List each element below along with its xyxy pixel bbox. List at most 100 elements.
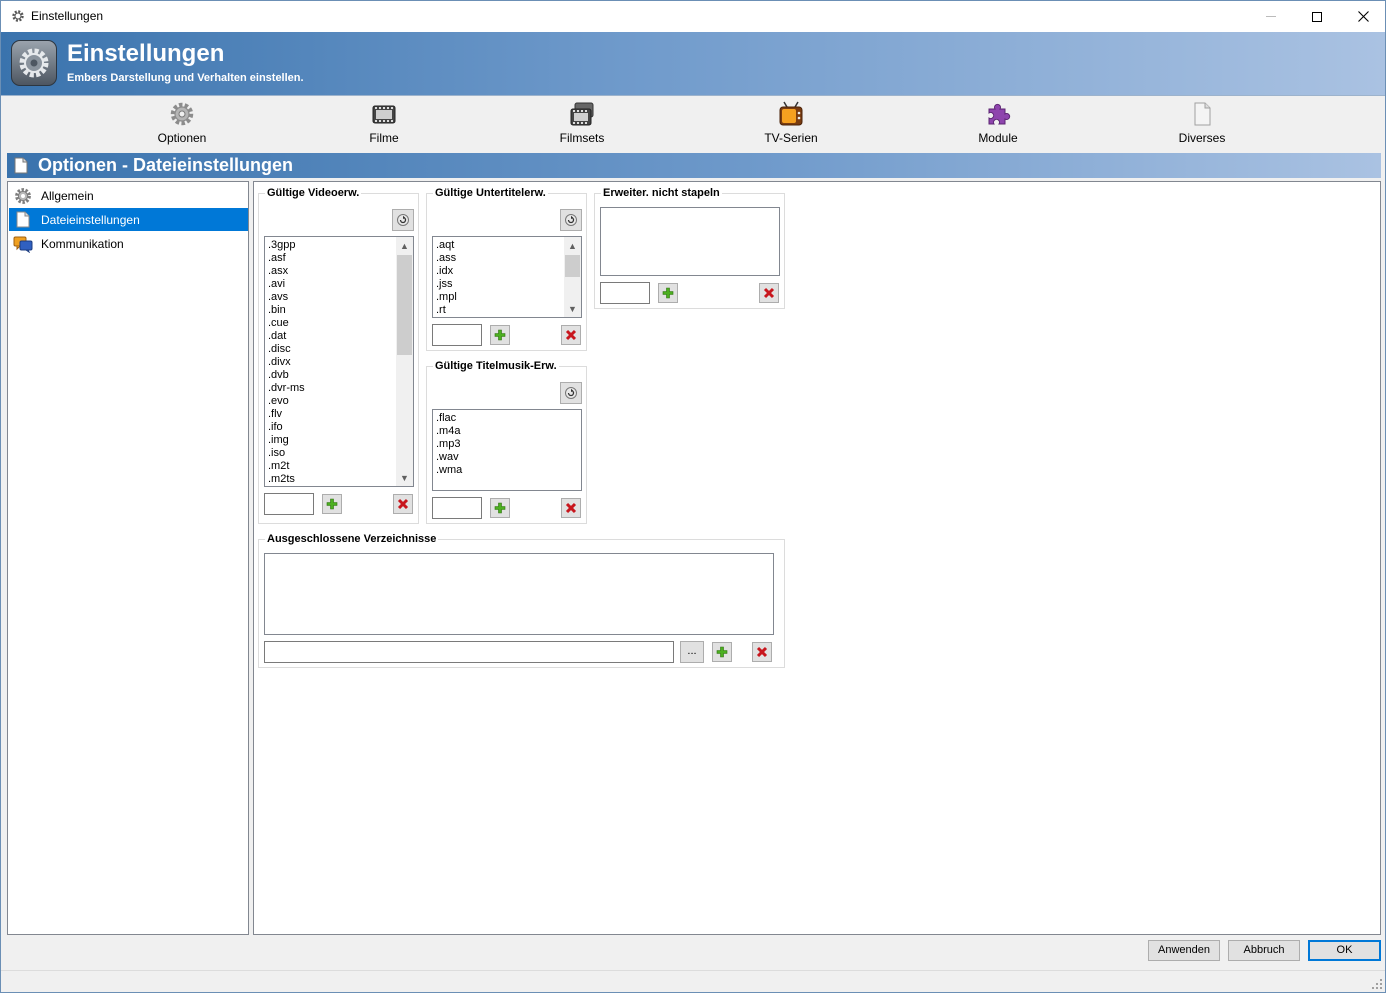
list-item[interactable]: .3gpp xyxy=(265,239,413,252)
nostack-extension-input[interactable] xyxy=(600,282,650,304)
scroll-thumb[interactable] xyxy=(565,255,580,277)
scroll-up-icon[interactable]: ▲ xyxy=(396,237,413,254)
add-video-extension-button[interactable] xyxy=(322,494,342,514)
list-item[interactable]: .bin xyxy=(265,304,413,317)
browse-button[interactable]: ... xyxy=(680,641,704,663)
list-item[interactable]: .ass xyxy=(433,252,581,265)
toolbar-label: Filmsets xyxy=(559,131,605,145)
reset-icon xyxy=(565,387,577,399)
scroll-down-icon[interactable]: ▼ xyxy=(396,469,413,486)
nav-item-dateieinstellungen[interactable]: Dateieinstellungen xyxy=(9,208,248,231)
remove-icon xyxy=(397,498,409,510)
video-extensions-list[interactable]: .3gpp .asf .asx .avi .avs .bin .cue .dat .disc .d… xyxy=(264,236,414,487)
music-extension-input[interactable] xyxy=(432,497,482,519)
list-item[interactable]: .flac xyxy=(433,412,581,425)
list-item[interactable]: .divx xyxy=(265,356,413,369)
nav-item-label: Allgemein xyxy=(41,188,94,203)
minimize-icon xyxy=(1266,16,1276,17)
header-banner: Einstellungen Embers Darstellung und Ver… xyxy=(1,32,1385,96)
remove-excluded-directory-button[interactable] xyxy=(752,642,772,662)
nostack-extensions-group: Erweiter. nicht stapeln xyxy=(594,187,785,309)
list-item[interactable]: .wav xyxy=(433,451,581,464)
film-icon xyxy=(372,105,396,124)
ok-button[interactable]: OK xyxy=(1308,940,1381,961)
reset-music-button[interactable] xyxy=(560,382,582,404)
scrollbar[interactable]: ▲ ▼ xyxy=(564,237,581,317)
music-extensions-list[interactable]: .flac .m4a .mp3 .wav .wma xyxy=(432,409,582,491)
toolbar-item-filme[interactable]: Filme xyxy=(334,101,434,147)
remove-video-extension-button[interactable] xyxy=(393,494,413,514)
list-item[interactable]: .cue xyxy=(265,317,413,330)
reset-subtitle-button[interactable] xyxy=(560,209,582,231)
gear-icon xyxy=(170,102,194,126)
remove-icon xyxy=(756,646,768,658)
toolbar-item-optionen[interactable]: Optionen xyxy=(132,101,232,147)
list-item[interactable]: .m2t xyxy=(265,460,413,473)
toolbar-label: TV-Serien xyxy=(764,131,818,145)
list-item[interactable]: .avi xyxy=(265,278,413,291)
add-nostack-extension-button[interactable] xyxy=(658,283,678,303)
list-item[interactable]: .dat xyxy=(265,330,413,343)
reset-icon xyxy=(565,214,577,226)
list-item[interactable]: .idx xyxy=(433,265,581,278)
maximize-button[interactable] xyxy=(1294,1,1340,32)
resize-grip-icon[interactable] xyxy=(1371,978,1383,990)
list-item[interactable]: .rt xyxy=(433,304,581,317)
list-item[interactable]: .asf xyxy=(265,252,413,265)
list-item[interactable]: .flv xyxy=(265,408,413,421)
remove-nostack-extension-button[interactable] xyxy=(759,283,779,303)
remove-music-extension-button[interactable] xyxy=(561,498,581,518)
toolbar-item-filmsets[interactable]: Filmsets xyxy=(532,101,632,147)
video-extension-input[interactable] xyxy=(264,493,314,515)
list-item[interactable]: .jss xyxy=(433,278,581,291)
group-title: Erweiter. nicht stapeln xyxy=(601,187,722,199)
list-item[interactable]: .m2ts xyxy=(265,473,413,486)
excluded-directories-list[interactable] xyxy=(264,553,774,635)
nostack-extensions-list[interactable] xyxy=(600,207,780,276)
list-item[interactable]: .wma xyxy=(433,464,581,477)
list-item[interactable]: .disc xyxy=(265,343,413,356)
list-item[interactable]: .mp3 xyxy=(433,438,581,451)
nav-item-label: Kommunikation xyxy=(41,236,124,251)
settings-window: Einstellungen Einstellungen Embers Darst… xyxy=(0,0,1386,993)
settings-logo-icon xyxy=(11,40,57,86)
apply-button[interactable]: Anwenden xyxy=(1148,940,1220,961)
toolbar: Optionen Filme Filmsets TV-Serien Module… xyxy=(1,97,1385,149)
reset-video-button[interactable] xyxy=(392,209,414,231)
music-extensions-group: Gültige Titelmusik-Erw. .flac .m4a .mp3 .wa… xyxy=(426,360,587,524)
list-item[interactable]: .m4a xyxy=(433,425,581,438)
cancel-button[interactable]: Abbruch xyxy=(1228,940,1300,961)
add-excluded-directory-button[interactable] xyxy=(712,642,732,662)
toolbar-item-tv-serien[interactable]: TV-Serien xyxy=(741,101,841,147)
subtitle-extensions-list[interactable]: .aqt .ass .idx .jss .mpl .rt ▲ ▼ xyxy=(432,236,582,318)
add-music-extension-button[interactable] xyxy=(490,498,510,518)
subtitle-extension-input[interactable] xyxy=(432,324,482,346)
toolbar-item-diverses[interactable]: Diverses xyxy=(1152,101,1252,147)
remove-icon xyxy=(763,287,775,299)
list-item[interactable]: .ifo xyxy=(265,421,413,434)
add-subtitle-extension-button[interactable] xyxy=(490,325,510,345)
list-item[interactable]: .asx xyxy=(265,265,413,278)
list-item[interactable]: .iso xyxy=(265,447,413,460)
toolbar-item-module[interactable]: Module xyxy=(948,101,1048,147)
status-bar xyxy=(1,970,1385,992)
remove-subtitle-extension-button[interactable] xyxy=(561,325,581,345)
scroll-up-icon[interactable]: ▲ xyxy=(564,237,581,254)
scrollbar[interactable]: ▲ ▼ xyxy=(396,237,413,486)
list-item[interactable]: .img xyxy=(265,434,413,447)
list-item[interactable]: .dvr-ms xyxy=(265,382,413,395)
scroll-thumb[interactable] xyxy=(397,255,412,355)
excluded-directory-input[interactable] xyxy=(264,641,674,663)
close-button[interactable] xyxy=(1340,1,1386,32)
list-item[interactable]: .aqt xyxy=(433,239,581,252)
document-icon xyxy=(14,157,28,174)
document-icon xyxy=(13,210,33,230)
nav-item-allgemein[interactable]: Allgemein xyxy=(9,184,248,207)
list-item[interactable]: .mpl xyxy=(433,291,581,304)
minimize-button[interactable] xyxy=(1248,1,1294,32)
list-item[interactable]: .evo xyxy=(265,395,413,408)
scroll-down-icon[interactable]: ▼ xyxy=(564,300,581,317)
nav-item-kommunikation[interactable]: Kommunikation xyxy=(9,232,248,255)
list-item[interactable]: .avs xyxy=(265,291,413,304)
list-item[interactable]: .dvb xyxy=(265,369,413,382)
